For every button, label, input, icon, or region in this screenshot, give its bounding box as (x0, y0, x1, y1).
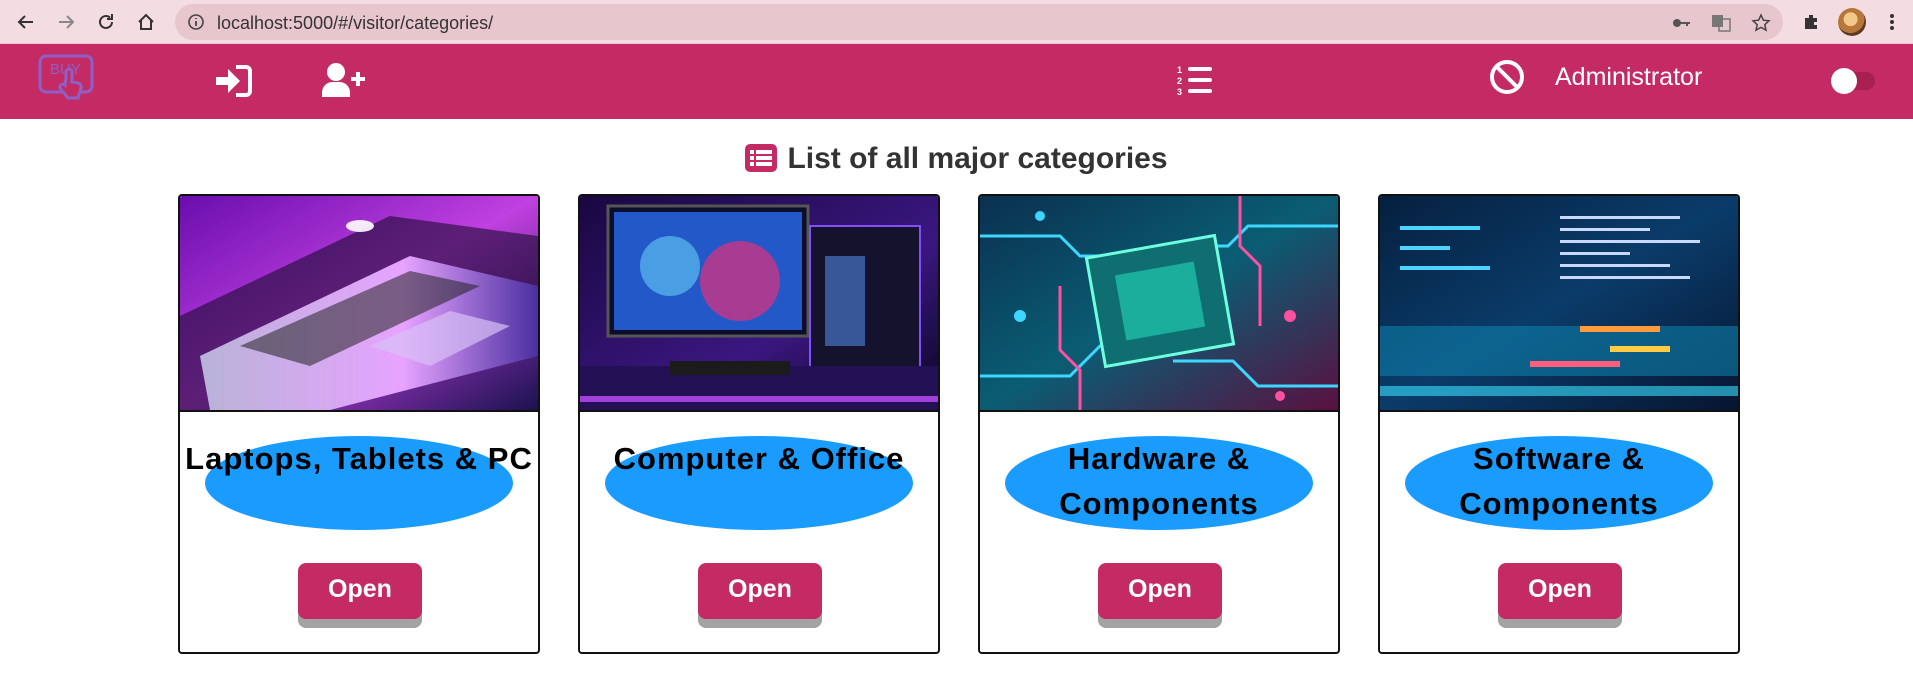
category-card: Computer & Office Open (578, 194, 940, 654)
user-label[interactable]: Administrator (1555, 63, 1702, 92)
theme-toggle[interactable] (1831, 68, 1875, 94)
translate-icon[interactable] (1710, 12, 1732, 34)
extensions-icon[interactable] (1797, 8, 1825, 36)
ban-icon[interactable] (1488, 58, 1526, 96)
info-icon[interactable] (187, 13, 205, 36)
open-button[interactable]: Open (698, 563, 822, 619)
category-card: Hardware & Components Open (978, 194, 1340, 654)
page-title: List of all major categories (0, 142, 1913, 180)
home-icon[interactable] (132, 8, 160, 36)
back-icon[interactable] (12, 8, 40, 36)
browser-toolbar: localhost:5000/#/visitor/categories/ (0, 0, 1913, 44)
app-header: BUY 1 2 3 Administrator (0, 44, 1913, 119)
category-name: Hardware & Components (1059, 441, 1259, 521)
svg-text:1: 1 (1177, 65, 1182, 75)
reload-icon[interactable] (92, 8, 120, 36)
hardware-image (980, 196, 1338, 412)
ordered-list-icon[interactable]: 1 2 3 (1175, 61, 1215, 101)
category-name: Laptops, Tablets & PC (185, 441, 533, 476)
profile-avatar[interactable] (1838, 8, 1866, 36)
category-card: Software & Components Open (1378, 194, 1740, 654)
open-button[interactable]: Open (1498, 563, 1622, 619)
category-card: Laptops, Tablets & PC Open (178, 194, 540, 654)
toggle-knob (1831, 68, 1857, 94)
sign-in-icon[interactable] (213, 61, 253, 101)
user-plus-icon[interactable] (322, 60, 366, 100)
category-name: Software & Components (1459, 441, 1659, 521)
address-bar[interactable]: localhost:5000/#/visitor/categories/ (175, 4, 1783, 40)
page-title-text: List of all major categories (787, 142, 1168, 175)
svg-text:2: 2 (1177, 76, 1182, 86)
category-name: Computer & Office (613, 441, 905, 476)
key-icon[interactable] (1670, 12, 1692, 34)
star-icon[interactable] (1750, 12, 1772, 34)
forward-icon[interactable] (52, 8, 80, 36)
computer-office-image (580, 196, 938, 412)
software-image (1380, 196, 1738, 412)
svg-text:3: 3 (1177, 87, 1182, 97)
open-button[interactable]: Open (298, 563, 422, 619)
open-button[interactable]: Open (1098, 563, 1222, 619)
url-text[interactable]: localhost:5000/#/visitor/categories/ (217, 13, 493, 34)
list-alt-icon (745, 144, 778, 180)
menu-icon[interactable] (1878, 8, 1906, 36)
laptop-image (180, 196, 538, 412)
buy-logo[interactable]: BUY (38, 52, 98, 110)
